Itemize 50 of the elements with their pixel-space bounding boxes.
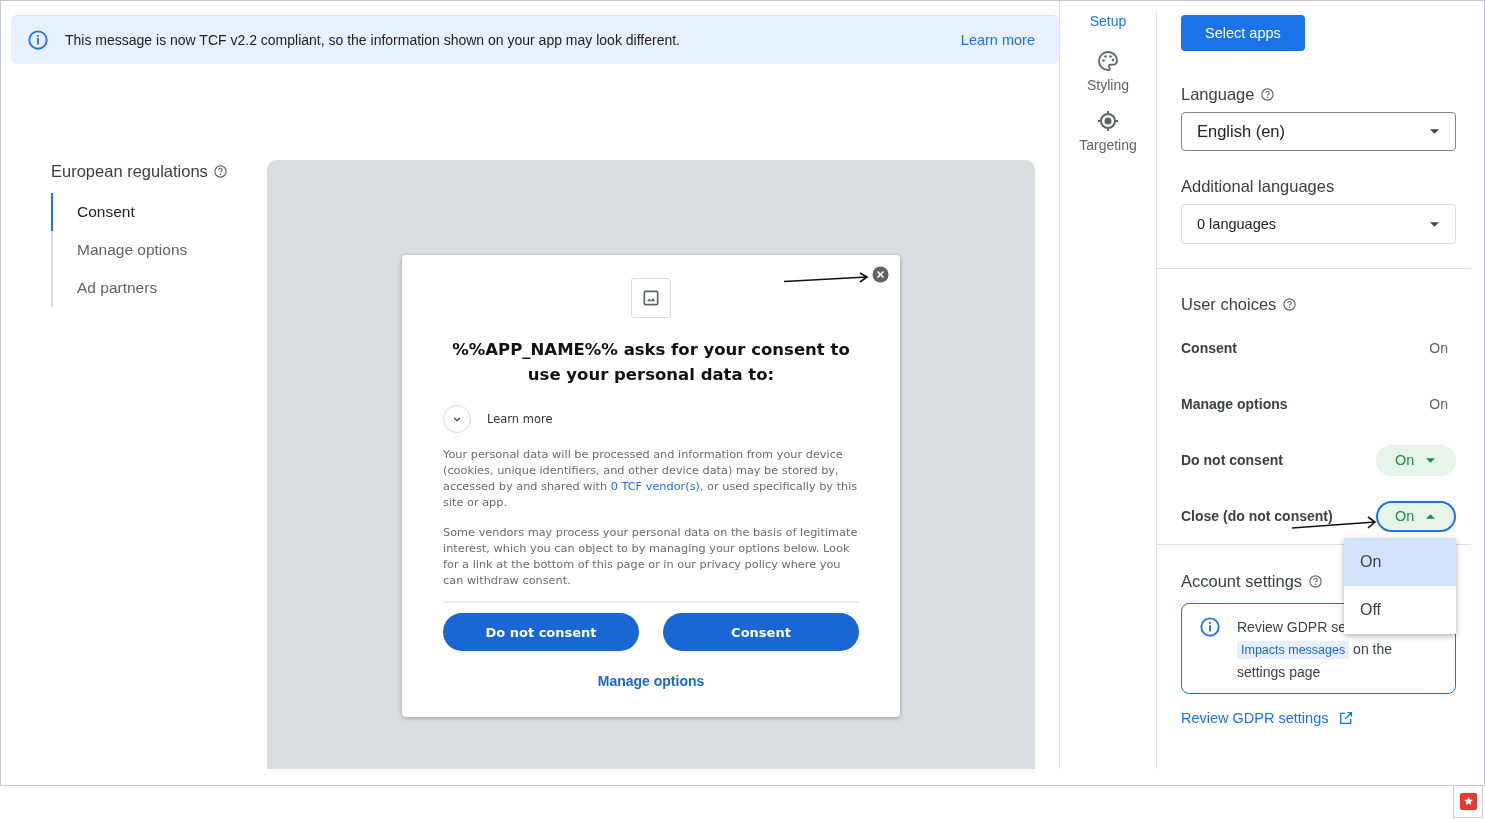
languages-select[interactable]: 0 languages: [1181, 204, 1456, 244]
choice-dropdown[interactable]: On: [1376, 444, 1456, 476]
choice-value: On: [1429, 396, 1448, 412]
choice-label: Consent: [1181, 340, 1237, 356]
rail-tab[interactable]: Styling: [1087, 49, 1129, 93]
rail-tab[interactable]: Setup: [1089, 13, 1127, 29]
external-link-icon[interactable]: [1338, 710, 1355, 726]
choice-dropdown[interactable]: On: [1376, 500, 1456, 532]
section-title: Account settings: [1181, 572, 1303, 591]
choice-label: Close (do not consent): [1181, 508, 1333, 524]
caret-icon: [1430, 129, 1439, 134]
dialog-title: %%APP_NAME%% asks for your consent to use your personal data to:: [451, 339, 851, 386]
help-icon[interactable]: [212, 164, 228, 179]
help-icon[interactable]: [1282, 297, 1298, 312]
regulation-tab[interactable]: Manage options: [51, 231, 267, 269]
language-select[interactable]: English (en): [1181, 112, 1456, 151]
learn-more-link[interactable]: Learn more: [960, 32, 1035, 48]
menu-option[interactable]: On: [1344, 538, 1456, 586]
banner-message: This message is now TCF v2.2 compliant, so the information shown on your app may look different.: [65, 32, 681, 48]
consent-choice-button[interactable]: Consent: [663, 613, 859, 651]
info-icon: [1199, 616, 1221, 638]
menu-option[interactable]: Off: [1344, 586, 1456, 634]
caret-icon: [1430, 221, 1439, 227]
section-title: European regulations: [51, 162, 208, 181]
learn-more-label: Learn more: [487, 412, 553, 426]
choice-value: On: [1429, 340, 1448, 356]
caret-icon: [1426, 457, 1435, 463]
dialog-paragraph: Your personal data will be processed and information from your device (cookies, unique identifiers, and other device data) may be stored by, accessed by and shared with 0 TCF vendor(s), or used specifically by this site or app.: [443, 447, 859, 511]
choice-label: Do not consent: [1181, 452, 1283, 468]
help-icon[interactable]: [1308, 574, 1324, 589]
vendors-link[interactable]: 0 TCF vendor(s): [610, 480, 700, 493]
impacts-messages-link[interactable]: Impacts messages: [1237, 641, 1350, 659]
section-title: User choices: [1181, 295, 1277, 314]
choice-label: Manage options: [1181, 396, 1288, 412]
dialog-paragraph: Some vendors may process your personal data on the basis of legitimate interest, which you can object to by managing your options below. Look for a link at the bottom of this page or in our privacy policy where you can withdraw consent.: [443, 525, 859, 589]
review-gdpr-link[interactable]: Review GDPR settings: [1181, 710, 1329, 726]
image-placeholder-icon: [631, 278, 671, 318]
select-apps-button[interactable]: Select apps: [1181, 15, 1305, 51]
rail-tab[interactable]: Targeting: [1079, 109, 1137, 153]
caret-icon: [1426, 513, 1435, 519]
regulation-tab[interactable]: Ad partners: [51, 269, 267, 307]
field-label: Additional languages: [1181, 177, 1335, 196]
info-icon: [27, 29, 49, 51]
manage-options-link[interactable]: Manage options: [443, 673, 859, 689]
target-icon: [1096, 109, 1120, 133]
palette-icon: [1096, 49, 1120, 73]
help-icon[interactable]: [1260, 87, 1276, 102]
field-label: Language: [1181, 85, 1255, 104]
close-icon[interactable]: [872, 266, 889, 283]
consent-choice-button[interactable]: Do not consent: [443, 613, 639, 651]
